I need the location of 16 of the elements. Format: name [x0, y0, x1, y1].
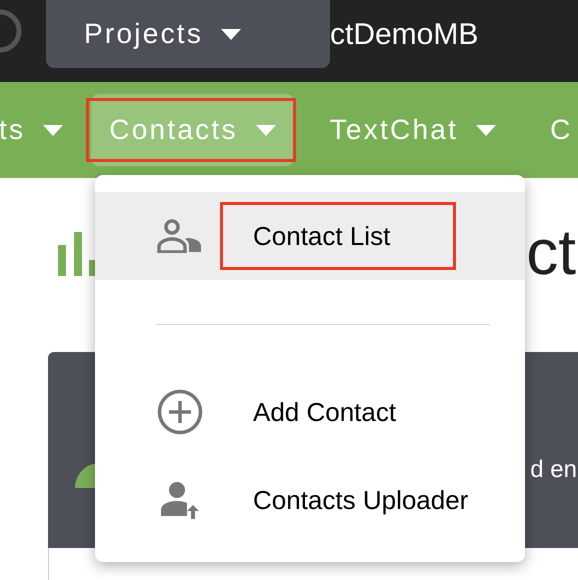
caret-icon	[256, 124, 276, 136]
menu-item[interactable]: Contact List	[95, 192, 525, 280]
caret-icon	[221, 28, 242, 40]
logo-icon	[0, 9, 22, 53]
page-heading: ct	[526, 220, 576, 284]
project-name: ctDemoMB	[330, 17, 478, 53]
menu-item[interactable]: Contacts Uploader	[95, 456, 525, 544]
add-circle-icon	[157, 389, 203, 435]
projects-button[interactable]: Projects	[46, 0, 330, 68]
card-text: d en	[530, 455, 577, 485]
caret-icon	[43, 124, 64, 136]
people-icon	[157, 219, 203, 253]
user-upload-icon	[159, 481, 201, 519]
bar-chart-icon	[58, 232, 98, 276]
menu-item[interactable]: Add Contact	[95, 368, 525, 456]
caret-icon	[476, 124, 496, 136]
